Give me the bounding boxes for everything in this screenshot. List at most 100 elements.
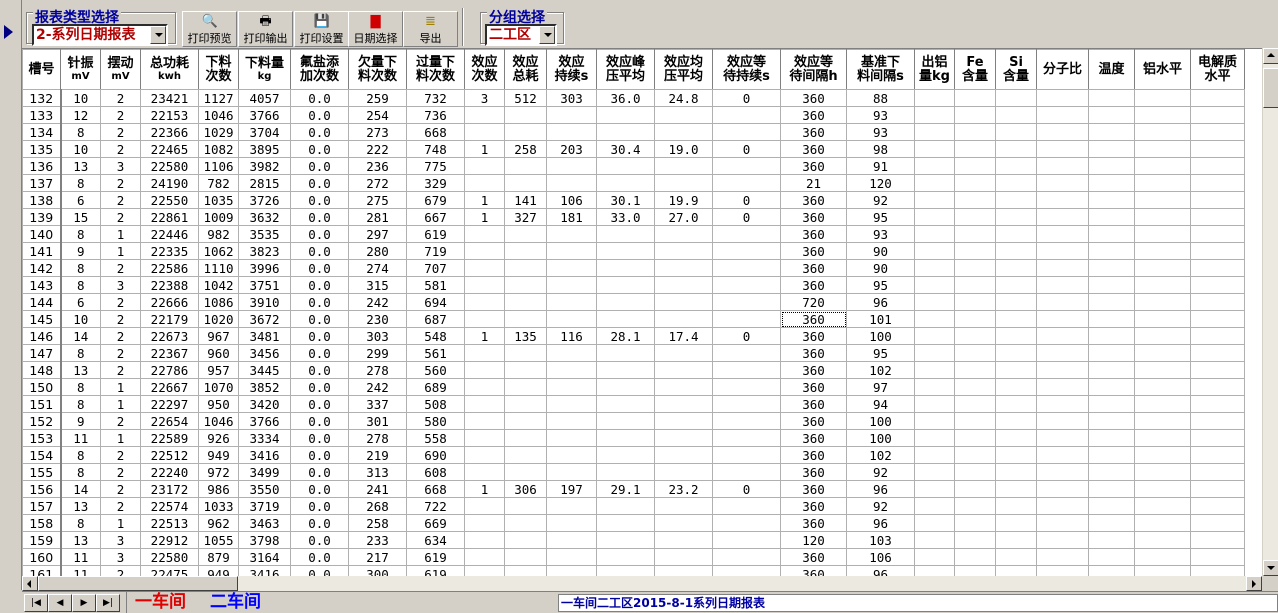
table-cell[interactable] [464, 497, 505, 515]
table-cell[interactable]: 95 [846, 208, 915, 226]
table-cell[interactable] [954, 531, 996, 549]
table-cell[interactable]: 669 [406, 514, 465, 532]
table-cell[interactable] [546, 157, 597, 175]
row-cell-id[interactable]: 154 [22, 446, 62, 464]
table-cell[interactable]: 0.0 [290, 140, 349, 158]
table-cell[interactable]: 22861 [140, 208, 199, 226]
table-cell[interactable] [995, 106, 1037, 124]
table-cell[interactable] [546, 565, 597, 576]
table-cell[interactable]: 258 [504, 140, 547, 158]
row-cell-id[interactable]: 156 [22, 480, 62, 498]
row-cell-id[interactable]: 146 [22, 327, 62, 345]
table-cell[interactable]: 233 [348, 531, 407, 549]
table-cell[interactable] [654, 514, 713, 532]
table-cell[interactable]: 0.0 [290, 548, 349, 566]
export-button[interactable]: ≣ 导出 [403, 11, 458, 47]
table-cell[interactable] [1134, 378, 1191, 396]
table-cell[interactable] [464, 429, 505, 447]
table-row[interactable]: 152 9 2 22654 1046 3766 0.0 301 580 360 100 [22, 412, 1245, 430]
table-cell[interactable] [1088, 259, 1135, 277]
row-cell-id[interactable]: 138 [22, 191, 62, 209]
table-cell[interactable] [995, 446, 1037, 464]
table-cell[interactable] [654, 446, 713, 464]
table-cell[interactable] [546, 123, 597, 141]
row-cell-id[interactable]: 145 [22, 310, 62, 328]
table-cell[interactable]: 33.0 [596, 208, 655, 226]
table-cell[interactable] [464, 412, 505, 430]
table-cell[interactable] [504, 463, 547, 481]
table-cell[interactable] [1190, 361, 1245, 379]
table-cell[interactable] [914, 140, 955, 158]
table-cell[interactable] [995, 276, 1037, 294]
row-cell-id[interactable]: 160 [22, 548, 62, 566]
table-cell[interactable] [1190, 191, 1245, 209]
row-cell-id[interactable]: 135 [22, 140, 62, 158]
table-cell[interactable]: 0.0 [290, 395, 349, 413]
table-cell[interactable] [914, 310, 955, 328]
table-cell[interactable] [596, 378, 655, 396]
table-cell[interactable]: 101 [846, 310, 915, 328]
table-cell[interactable]: 203 [546, 140, 597, 158]
table-cell[interactable] [654, 463, 713, 481]
table-cell[interactable]: 0 [712, 191, 781, 209]
table-cell[interactable] [914, 327, 955, 345]
horizontal-scroll-thumb[interactable] [38, 576, 238, 591]
table-cell[interactable] [1190, 242, 1245, 260]
table-cell[interactable]: 2 [100, 446, 141, 464]
table-cell[interactable]: 360 [780, 565, 847, 576]
table-cell[interactable] [596, 514, 655, 532]
table-cell[interactable] [464, 378, 505, 396]
table-cell[interactable] [1190, 480, 1245, 498]
table-cell[interactable] [954, 344, 996, 362]
row-cell-id[interactable]: 148 [22, 361, 62, 379]
table-cell[interactable] [995, 531, 1037, 549]
table-cell[interactable] [1036, 310, 1089, 328]
table-cell[interactable] [914, 514, 955, 532]
table-cell[interactable]: 22297 [140, 395, 199, 413]
table-cell[interactable]: 1 [464, 191, 505, 209]
table-cell[interactable] [596, 412, 655, 430]
table-cell[interactable]: 259 [348, 89, 407, 107]
table-cell[interactable]: 360 [780, 548, 847, 566]
prev-icon[interactable]: ◀ [48, 594, 72, 612]
table-cell[interactable] [1036, 497, 1089, 515]
table-cell[interactable] [464, 174, 505, 192]
table-cell[interactable]: 93 [846, 106, 915, 124]
table-cell[interactable]: 219 [348, 446, 407, 464]
table-cell[interactable] [1088, 446, 1135, 464]
table-cell[interactable]: 3334 [238, 429, 291, 447]
table-cell[interactable] [1036, 531, 1089, 549]
table-cell[interactable] [995, 327, 1037, 345]
table-cell[interactable] [954, 446, 996, 464]
table-cell[interactable]: 0 [712, 140, 781, 158]
table-cell[interactable]: 329 [406, 174, 465, 192]
table-cell[interactable] [596, 293, 655, 311]
table-cell[interactable]: 22912 [140, 531, 199, 549]
table-cell[interactable]: 0.0 [290, 293, 349, 311]
group-select[interactable]: 二工区 [485, 24, 557, 46]
table-cell[interactable] [1088, 191, 1135, 209]
table-cell[interactable]: 0.0 [290, 497, 349, 515]
table-cell[interactable] [954, 123, 996, 141]
table-row[interactable]: 141 9 1 22335 1062 3823 0.0 280 719 360 90 [22, 242, 1245, 260]
table-cell[interactable] [1190, 293, 1245, 311]
table-cell[interactable] [995, 310, 1037, 328]
table-cell[interactable] [712, 531, 781, 549]
table-cell[interactable] [1134, 242, 1191, 260]
table-cell[interactable] [995, 208, 1037, 226]
table-cell[interactable] [1190, 531, 1245, 549]
table-cell[interactable] [1190, 276, 1245, 294]
table-cell[interactable] [596, 344, 655, 362]
table-cell[interactable]: 97 [846, 378, 915, 396]
table-cell[interactable] [954, 548, 996, 566]
table-cell[interactable] [504, 412, 547, 430]
table-cell[interactable]: 690 [406, 446, 465, 464]
table-cell[interactable] [914, 429, 955, 447]
table-cell[interactable] [995, 293, 1037, 311]
table-cell[interactable]: 360 [780, 446, 847, 464]
row-cell-id[interactable]: 140 [22, 225, 62, 243]
table-cell[interactable]: 22589 [140, 429, 199, 447]
row-cell-id[interactable]: 155 [22, 463, 62, 481]
table-cell[interactable] [914, 344, 955, 362]
table-cell[interactable]: 619 [406, 225, 465, 243]
